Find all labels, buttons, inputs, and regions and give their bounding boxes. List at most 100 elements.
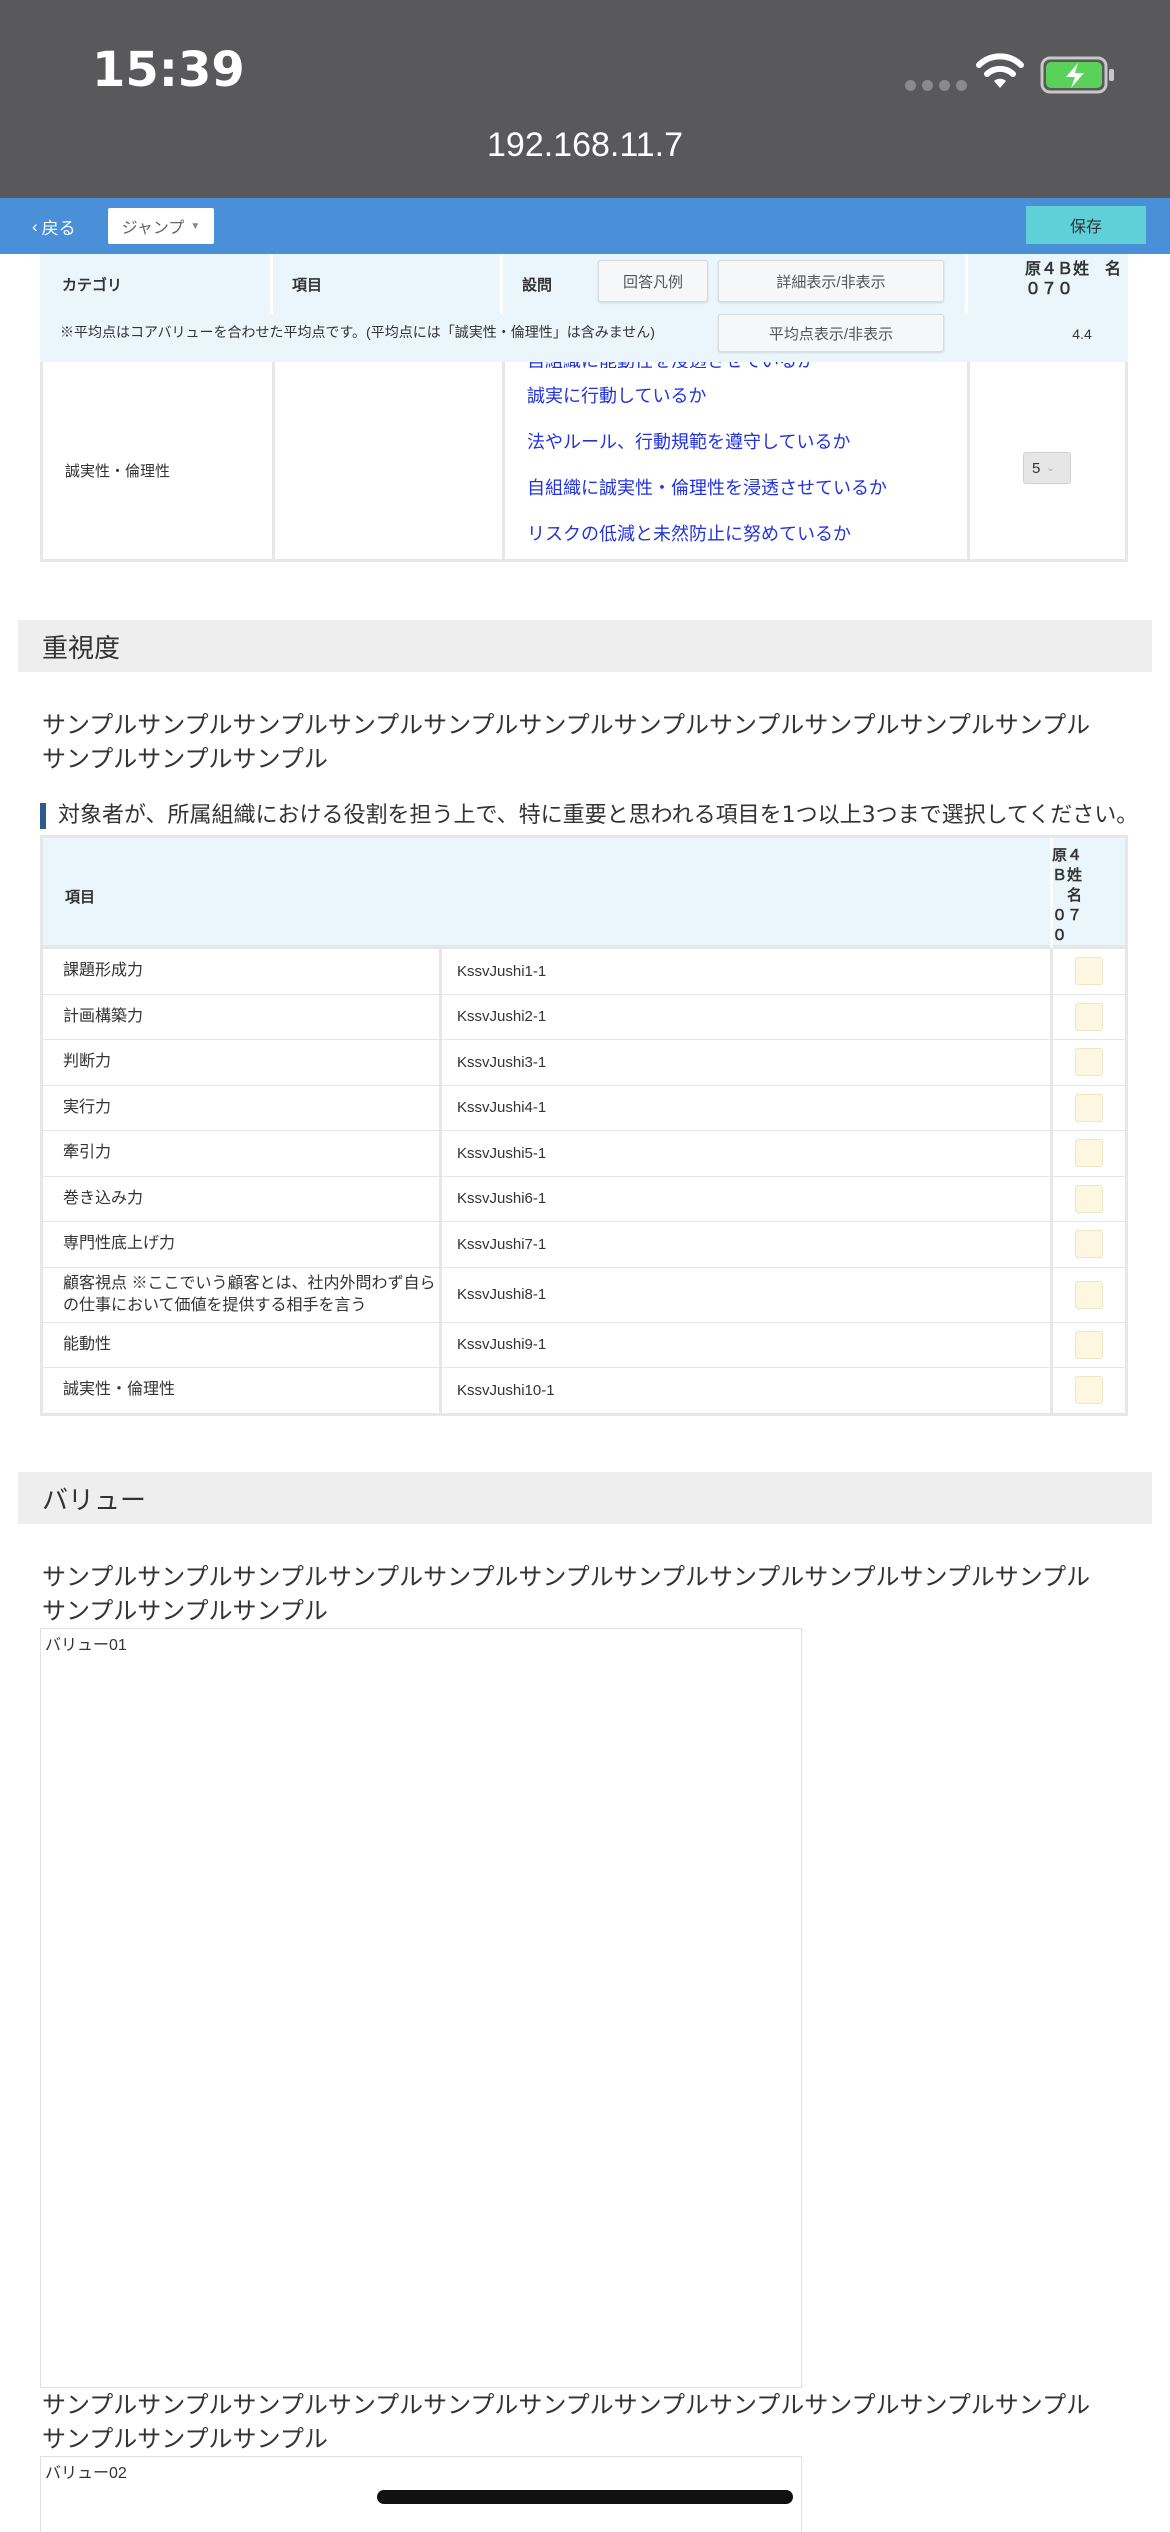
importance-checkbox[interactable] bbox=[1075, 1330, 1103, 1359]
question-link[interactable]: 誠実に行動しているか bbox=[527, 382, 706, 408]
cell-divider bbox=[1050, 1222, 1053, 1267]
importance-checkbox[interactable] bbox=[1075, 1093, 1103, 1122]
header-category: カテゴリ bbox=[62, 276, 123, 294]
score-value: 5 bbox=[1032, 459, 1041, 477]
importance-description: サンプルサンプルサンプルサンプルサンプルサンプルサンプルサンプルサンプルサンプル… bbox=[42, 711, 1091, 773]
table-row: 実行力 KssvJushi4-1 bbox=[43, 1084, 1125, 1130]
importance-item-name: 巻き込み力 bbox=[63, 1189, 144, 1207]
average-note: ※平均点はコアバリューを合わせた平均点です。(平均点には「誠実性・倫理性」は含み… bbox=[60, 324, 655, 340]
section-header-value: バリュー bbox=[18, 1472, 1152, 1524]
back-button[interactable]: ‹ 戻る bbox=[32, 214, 76, 239]
importance-table-header: 項目 原４ Ｂ姓 名 ０７ ０ bbox=[43, 838, 1125, 948]
signal-icon bbox=[905, 80, 967, 91]
importance-item-key: KssvJushi1-1 bbox=[457, 962, 547, 980]
importance-item-key: KssvJushi7-1 bbox=[457, 1235, 547, 1253]
header-item: 項目 bbox=[292, 276, 323, 294]
back-label: 戻る bbox=[41, 219, 76, 238]
value-box-label: バリュー02 bbox=[45, 2465, 127, 2482]
jump-dropdown[interactable]: ジャンプ ▼ bbox=[108, 208, 214, 244]
importance-checkbox[interactable] bbox=[1075, 1002, 1103, 1031]
value-input-box[interactable]: バリュー01 bbox=[40, 1628, 802, 2388]
importance-item-name: 誠実性・倫理性 bbox=[63, 1381, 176, 1399]
cell-divider bbox=[439, 1040, 442, 1085]
importance-item-name: 判断力 bbox=[63, 1053, 112, 1071]
cell-divider bbox=[1050, 1085, 1053, 1130]
table-row: 誠実性・倫理性 KssvJushi10-1 bbox=[43, 1367, 1125, 1413]
importance-checkbox[interactable] bbox=[1075, 1230, 1103, 1259]
person-column-header: 原４ Ｂ姓 名 ０７ ０ bbox=[1052, 847, 1083, 944]
importance-checkbox[interactable] bbox=[1075, 1139, 1103, 1168]
table-row: 顧客視点 ※ここでいう顧客とは、社内外問わず自らの仕事において価値を提供する相手… bbox=[43, 1266, 1125, 1322]
importance-checkbox[interactable] bbox=[1075, 1376, 1103, 1405]
section-header-importance: 重視度 bbox=[18, 620, 1152, 672]
importance-checkbox[interactable] bbox=[1075, 1048, 1103, 1077]
browser-top-bar: 15:39 192.168.11.7 bbox=[0, 0, 1170, 198]
importance-checkbox[interactable] bbox=[1075, 1184, 1103, 1213]
address-bar-url[interactable]: 192.168.11.7 bbox=[0, 126, 1170, 165]
cell-divider bbox=[1050, 1322, 1053, 1367]
value-description: サンプルサンプルサンプルサンプルサンプルサンプルサンプルサンプルサンプルサンプル… bbox=[42, 1563, 1091, 1625]
cell-divider bbox=[1050, 1131, 1053, 1176]
table-row: 巻き込み力 KssvJushi6-1 bbox=[43, 1175, 1125, 1221]
evaluation-table-header: カテゴリ 項目 設問 回答凡例 詳細表示/非表示 平均点表示/非表示 原４Ｂ姓 … bbox=[40, 254, 1128, 362]
importance-item-name: 課題形成力 bbox=[63, 962, 144, 980]
importance-item-key: KssvJushi10-1 bbox=[457, 1381, 555, 1399]
save-button[interactable]: 保存 bbox=[1026, 206, 1146, 244]
question-link[interactable]: リスクの低減と未然防止に努めているか bbox=[527, 520, 851, 546]
importance-item-key: KssvJushi8-1 bbox=[457, 1286, 547, 1303]
detail-toggle-button[interactable]: 詳細表示/非表示 bbox=[718, 260, 944, 302]
person-column-header: 原４Ｂ姓 名０７０ bbox=[1025, 261, 1122, 298]
score-select[interactable]: 5 ⌄ bbox=[1023, 452, 1071, 484]
cell-item bbox=[275, 362, 505, 559]
table-row: 誠実性・倫理性 自組織に能動性を浸透させているか 誠実に行動しているか 法やルー… bbox=[40, 354, 1128, 562]
wifi-icon bbox=[976, 53, 1024, 88]
question-link[interactable]: 自組織に誠実性・倫理性を浸透させているか bbox=[527, 474, 887, 500]
cell-divider bbox=[439, 1368, 442, 1413]
cell-divider bbox=[439, 1267, 442, 1322]
table-row: 計画構築力 KssvJushi2-1 bbox=[43, 993, 1125, 1039]
question-link[interactable]: 法やルール、行動規範を遵守しているか bbox=[527, 428, 850, 454]
importance-item-key: KssvJushi6-1 bbox=[457, 1190, 547, 1208]
importance-question: 対象者が、所属組織における役割を担う上で、特に重要と思われる項目を1つ以上3つま… bbox=[40, 803, 1138, 829]
importance-table: 項目 原４ Ｂ姓 名 ０７ ０ 課題形成力 KssvJushi1-1 計画構築力… bbox=[40, 835, 1128, 1416]
importance-item-name: 実行力 bbox=[63, 1098, 112, 1116]
cell-divider bbox=[439, 1222, 442, 1267]
importance-item-name: 計画構築力 bbox=[63, 1007, 144, 1025]
header-divider bbox=[965, 254, 968, 314]
importance-item-key: KssvJushi2-1 bbox=[457, 1008, 547, 1026]
table-row: 専門性底上げ力 KssvJushi7-1 bbox=[43, 1221, 1125, 1267]
importance-item-name: 顧客視点 ※ここでいう顧客とは、社内外問わず自らの仕事において価値を提供する相手… bbox=[63, 1274, 436, 1314]
header-question: 設問 bbox=[522, 276, 553, 294]
status-time: 15:39 bbox=[92, 42, 245, 98]
average-toggle-button[interactable]: 平均点表示/非表示 bbox=[718, 314, 944, 352]
cell-divider bbox=[1050, 994, 1053, 1039]
value-box-label: バリュー01 bbox=[45, 1637, 127, 1654]
importance-item-key: KssvJushi3-1 bbox=[457, 1053, 547, 1071]
battery-charging-icon bbox=[1040, 56, 1114, 94]
importance-item-name: 牽引力 bbox=[63, 1144, 112, 1162]
importance-checkbox[interactable] bbox=[1075, 957, 1103, 986]
cell-divider bbox=[1050, 1040, 1053, 1085]
header-item: 項目 bbox=[65, 889, 96, 906]
importance-item-key: KssvJushi9-1 bbox=[457, 1336, 547, 1354]
importance-item-key: KssvJushi5-1 bbox=[457, 1144, 547, 1162]
importance-item-name: 能動性 bbox=[63, 1335, 112, 1353]
average-score: 4.4 bbox=[1072, 326, 1092, 342]
cell-divider bbox=[439, 1085, 442, 1130]
cell-divider bbox=[1050, 1368, 1053, 1413]
cell-divider bbox=[439, 1131, 442, 1176]
cell-divider bbox=[439, 994, 442, 1039]
table-row: 判断力 KssvJushi3-1 bbox=[43, 1039, 1125, 1085]
chevron-down-icon: ⌄ bbox=[1046, 462, 1055, 474]
answer-legend-button[interactable]: 回答凡例 bbox=[598, 260, 708, 302]
home-indicator[interactable] bbox=[377, 2490, 793, 2504]
app-toolbar: ‹ 戻る ジャンプ ▼ bbox=[0, 198, 1170, 254]
cell-divider bbox=[1050, 1176, 1053, 1221]
table-row: 課題形成力 KssvJushi1-1 bbox=[43, 948, 1125, 994]
cell-divider bbox=[1050, 949, 1053, 994]
table-row: 牽引力 KssvJushi5-1 bbox=[43, 1130, 1125, 1176]
table-row: 能動性 KssvJushi9-1 bbox=[43, 1321, 1125, 1367]
importance-checkbox[interactable] bbox=[1075, 1280, 1103, 1309]
caret-down-icon: ▼ bbox=[190, 220, 201, 232]
cell-divider bbox=[439, 1322, 442, 1367]
